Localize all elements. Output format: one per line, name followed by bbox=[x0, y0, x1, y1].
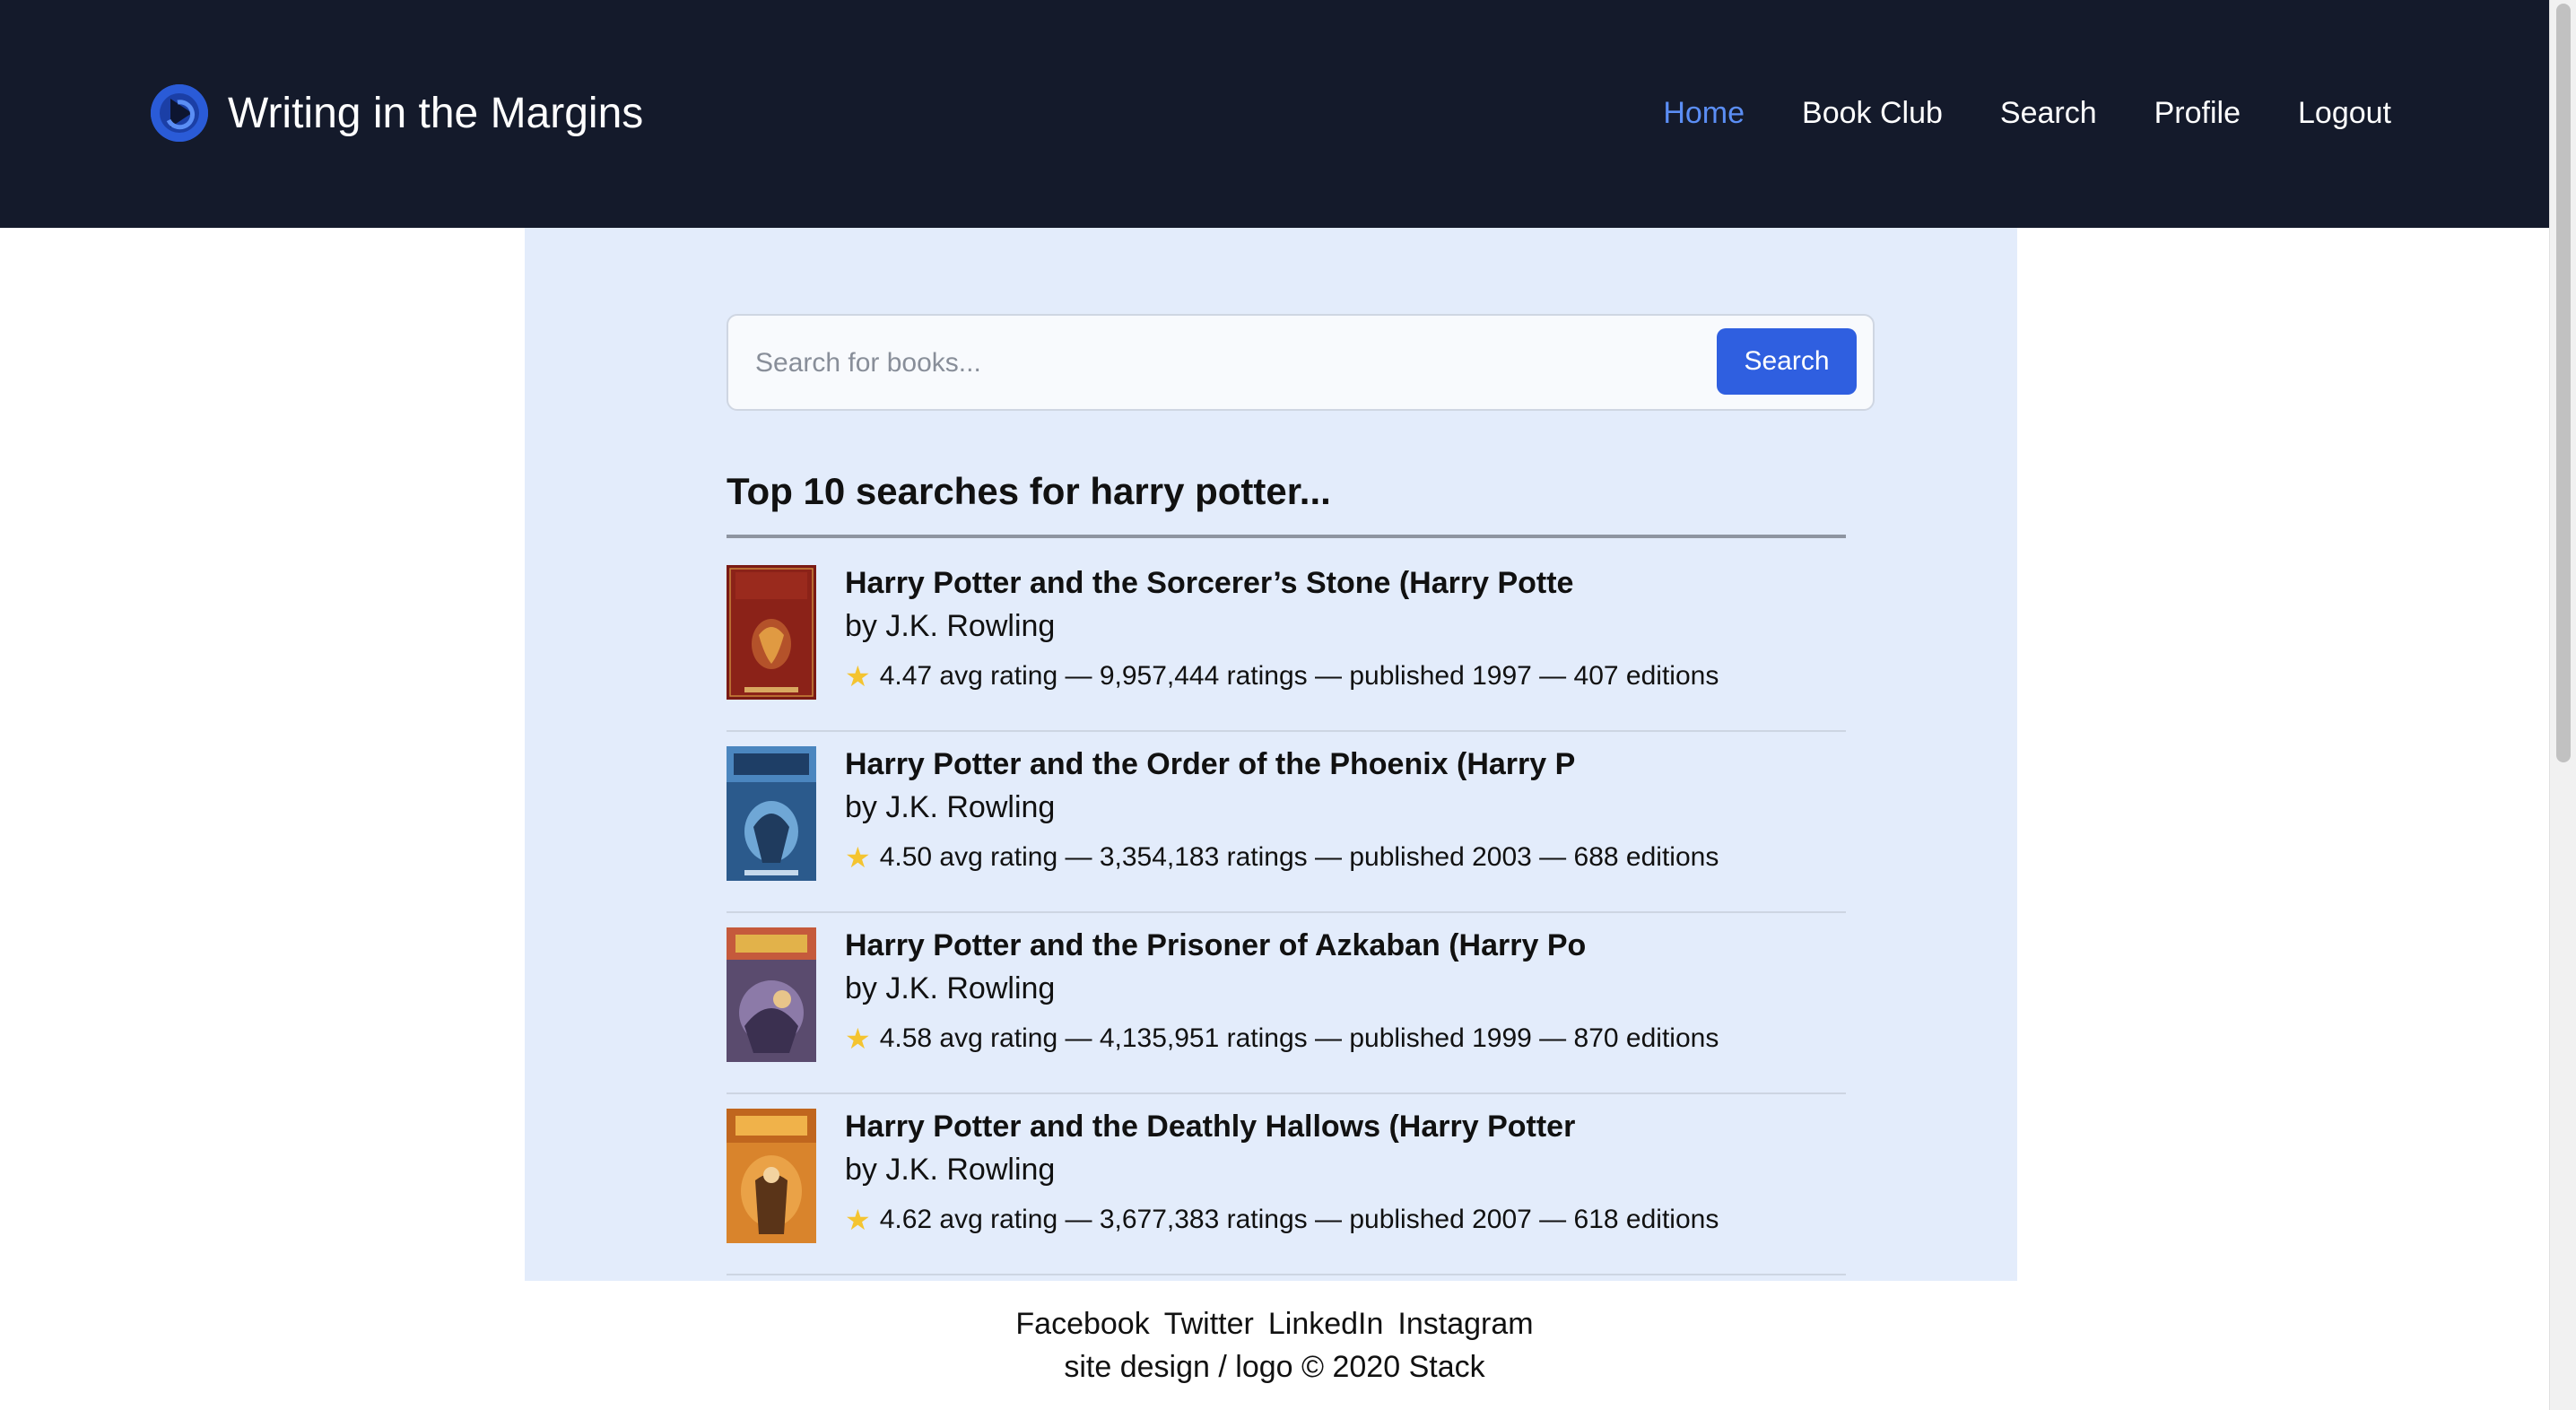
vertical-scrollbar[interactable] bbox=[2549, 0, 2576, 1410]
book-author: by J.K. Rowling bbox=[845, 1153, 1056, 1187]
scrollbar-thumb[interactable] bbox=[2556, 4, 2571, 762]
nav-search[interactable]: Search bbox=[2000, 96, 2097, 131]
main-nav: Home Book Club Search Profile Logout bbox=[1663, 93, 2391, 133]
results-list: Harry Potter and the Sorcerer’s Stone (H… bbox=[727, 551, 1846, 1275]
nav-book-club[interactable]: Book Club bbox=[1802, 96, 1943, 131]
book-meta: ★ 4.50 avg rating — 3,354,183 ratings — … bbox=[845, 840, 1719, 875]
book-stats: 4.47 avg rating — 9,957,444 ratings — pu… bbox=[879, 661, 1719, 691]
search-box: Search bbox=[727, 314, 1875, 411]
book-info: Harry Potter and the Order of the Phoeni… bbox=[845, 743, 1719, 875]
footer-link-twitter[interactable]: Twitter bbox=[1164, 1302, 1254, 1345]
book-author: by J.K. Rowling bbox=[845, 971, 1056, 1005]
search-button[interactable]: Search bbox=[1717, 328, 1857, 395]
logo-icon[interactable] bbox=[151, 84, 208, 142]
nav-logout[interactable]: Logout bbox=[2298, 96, 2391, 131]
book-author: by J.K. Rowling bbox=[845, 790, 1056, 824]
nav-profile[interactable]: Profile bbox=[2154, 96, 2241, 131]
book-meta: ★ 4.47 avg rating — 9,957,444 ratings — … bbox=[845, 658, 1719, 694]
book-stats: 4.62 avg rating — 3,677,383 ratings — pu… bbox=[879, 1205, 1719, 1234]
star-icon: ★ bbox=[845, 660, 871, 692]
search-input[interactable] bbox=[755, 337, 1652, 389]
result-item[interactable]: Harry Potter and the Order of the Phoeni… bbox=[727, 732, 1846, 913]
footer-link-instagram[interactable]: Instagram bbox=[1397, 1302, 1533, 1345]
site-header: Writing in the Margins Home Book Club Se… bbox=[0, 0, 2549, 228]
book-cover-image[interactable] bbox=[727, 927, 816, 1062]
copyright-text: site design / logo © 2020 Stack bbox=[1064, 1350, 1485, 1384]
result-item[interactable]: Harry Potter and the Sorcerer’s Stone (H… bbox=[727, 551, 1846, 732]
book-title[interactable]: Harry Potter and the Order of the Phoeni… bbox=[845, 743, 1719, 786]
book-meta: ★ 4.62 avg rating — 3,677,383 ratings — … bbox=[845, 1202, 1719, 1238]
book-meta: ★ 4.58 avg rating — 4,135,951 ratings — … bbox=[845, 1021, 1719, 1057]
book-stats: 4.58 avg rating — 4,135,951 ratings — pu… bbox=[879, 1023, 1719, 1053]
brand[interactable]: Writing in the Margins bbox=[151, 84, 643, 142]
book-title[interactable]: Harry Potter and the Prisoner of Azkaban… bbox=[845, 924, 1719, 967]
result-item[interactable]: Harry Potter and the Prisoner of Azkaban… bbox=[727, 913, 1846, 1094]
book-cover-image[interactable] bbox=[727, 565, 816, 700]
book-title[interactable]: Harry Potter and the Deathly Hallows (Ha… bbox=[845, 1105, 1719, 1148]
book-title[interactable]: Harry Potter and the Sorcerer’s Stone (H… bbox=[845, 561, 1719, 605]
brand-title[interactable]: Writing in the Margins bbox=[228, 89, 643, 138]
book-info: Harry Potter and the Prisoner of Azkaban… bbox=[845, 924, 1719, 1057]
results-heading: Top 10 searches for harry potter... bbox=[727, 470, 1846, 538]
book-stats: 4.50 avg rating — 3,354,183 ratings — pu… bbox=[879, 842, 1719, 872]
book-info: Harry Potter and the Deathly Hallows (Ha… bbox=[845, 1105, 1719, 1238]
result-item[interactable]: Harry Potter and the Deathly Hallows (Ha… bbox=[727, 1094, 1846, 1275]
book-cover-image[interactable] bbox=[727, 1109, 816, 1243]
star-icon: ★ bbox=[845, 1204, 871, 1236]
footer-links: Facebook Twitter LinkedIn Instagram bbox=[0, 1302, 2549, 1345]
footer-link-facebook[interactable]: Facebook bbox=[1015, 1302, 1149, 1345]
book-info: Harry Potter and the Sorcerer’s Stone (H… bbox=[845, 561, 1719, 694]
page: Writing in the Margins Home Book Club Se… bbox=[0, 0, 2576, 1410]
footer-link-linkedin[interactable]: LinkedIn bbox=[1268, 1302, 1384, 1345]
nav-home[interactable]: Home bbox=[1663, 96, 1745, 131]
main-panel: Search Top 10 searches for harry potter.… bbox=[525, 228, 2017, 1281]
site-footer: Facebook Twitter LinkedIn Instagram site… bbox=[0, 1281, 2549, 1388]
book-cover-image[interactable] bbox=[727, 746, 816, 881]
star-icon: ★ bbox=[845, 841, 871, 874]
book-author: by J.K. Rowling bbox=[845, 609, 1056, 643]
star-icon: ★ bbox=[845, 1023, 871, 1055]
